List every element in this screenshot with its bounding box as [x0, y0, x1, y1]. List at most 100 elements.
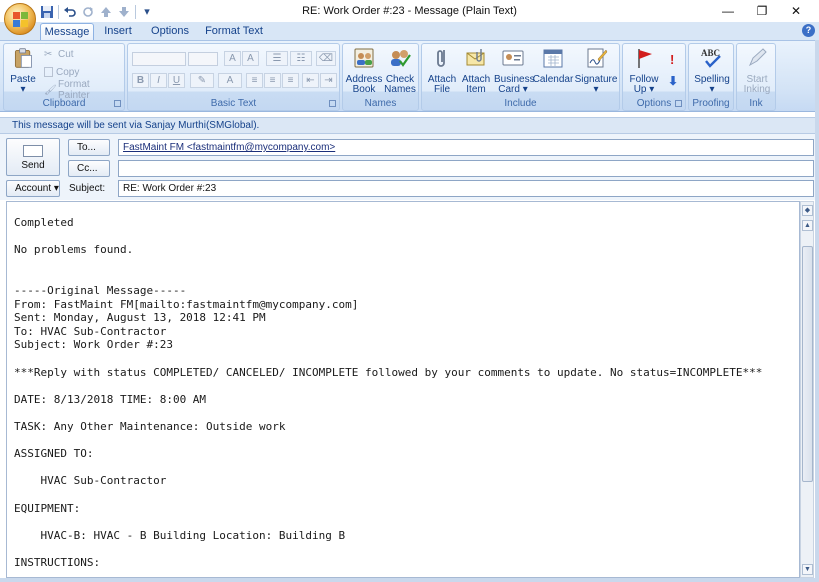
font-color-button[interactable]: A — [218, 73, 242, 88]
envelope-icon — [23, 145, 43, 157]
subject-label: Subject: — [69, 183, 106, 194]
low-importance-icon[interactable]: ⬇ — [668, 74, 678, 88]
cc-button[interactable]: Cc... — [68, 160, 110, 177]
align-left-button[interactable]: ≡ — [246, 73, 263, 88]
body-line: DATE: 8/13/2018 TIME: 8:00 AM — [14, 392, 207, 406]
signature-button[interactable]: Signature ▾ — [574, 47, 618, 95]
attach-item-icon — [466, 49, 485, 66]
spelling-label-2: ▾ — [709, 84, 715, 95]
decrease-indent-button[interactable]: ⇤ — [302, 73, 319, 88]
spelling-button[interactable]: ABC Spelling ▾ — [691, 47, 733, 95]
tab-options[interactable]: Options — [146, 23, 194, 40]
copy-label: Copy — [56, 66, 80, 78]
scroll-thumb[interactable] — [802, 246, 813, 482]
vertical-scrollbar[interactable]: ◆ ▲ ▼ — [800, 201, 814, 578]
recipient-chip[interactable]: FastMaint FM <fastmaintfm@mycompany.com> — [123, 142, 335, 153]
high-importance-icon[interactable]: ! — [670, 52, 674, 67]
outlook-message-window: ▾ RE: Work Order #:23 - Message (Plain T… — [0, 0, 819, 582]
scroll-down-button[interactable]: ▼ — [802, 564, 813, 575]
send-button[interactable]: Send — [6, 138, 60, 176]
body-line: ***Reply with status COMPLETED/ CANCELED… — [14, 365, 763, 379]
account-button[interactable]: Account ▾ — [6, 180, 60, 197]
address-book-button[interactable]: Address Book — [345, 47, 383, 95]
copy-button[interactable]: Copy — [44, 65, 79, 79]
message-body[interactable]: Completed No problems found. -----Original… — [6, 201, 800, 578]
underline-button[interactable]: U — [168, 73, 185, 88]
tab-message[interactable]: Message — [40, 23, 94, 40]
minimize-button[interactable]: — — [711, 0, 745, 22]
follow-up-button[interactable]: Follow Up ▾ — [625, 47, 663, 95]
calendar-icon — [543, 49, 563, 68]
body-line: INSTRUCTIONS: — [14, 556, 101, 569]
bold-button[interactable]: B — [132, 73, 149, 88]
window-controls: — ❐ ✕ — [711, 0, 813, 22]
cut-button[interactable]: ✂ Cut — [44, 47, 74, 61]
business-card-button[interactable]: Business Card ▾ — [494, 47, 535, 95]
body-line: Sent: Monday, August 13, 2018 12:41 PM — [14, 311, 266, 325]
numbering-button[interactable]: ☷ — [290, 51, 312, 66]
brush-icon: 🖌 — [44, 84, 57, 96]
window-frame-right — [815, 40, 819, 582]
ribbon: Paste ▾ ✂ Cut Copy 🖌 Format Painter Clipbo… — [0, 40, 819, 112]
scroll-up-button[interactable]: ▲ — [802, 220, 813, 231]
ribbon-tabs: Message Insert Options Format Text — [0, 22, 819, 40]
attach-item-button[interactable]: Attach Item — [458, 47, 494, 95]
bullets-button[interactable]: ☰ — [266, 51, 288, 66]
office-button[interactable] — [4, 3, 36, 35]
to-button[interactable]: To... — [68, 139, 110, 156]
clear-formatting-button[interactable]: ⌫ — [316, 51, 336, 66]
body-line: ASSIGNED TO: — [14, 447, 94, 461]
address-book-label-2: Book — [352, 84, 376, 95]
increase-indent-button[interactable]: ⇥ — [320, 73, 337, 88]
restore-button[interactable]: ❐ — [745, 0, 779, 22]
names-group-label: Names — [364, 98, 397, 109]
attach-file-button[interactable]: Attach File — [424, 47, 460, 95]
tab-insert[interactable]: Insert — [98, 23, 138, 40]
follow-up-label-2: Up ▾ — [633, 84, 655, 95]
scroll-browse-icon[interactable]: ◆ — [802, 205, 813, 216]
copy-icon — [44, 67, 53, 77]
svg-text:ABC: ABC — [701, 48, 720, 58]
dialog-launcher-icon[interactable] — [114, 100, 121, 107]
subject-field[interactable]: RE: Work Order #:23 — [118, 180, 814, 197]
address-book-icon — [354, 48, 374, 68]
highlight-button[interactable]: ✎ — [190, 73, 214, 88]
dialog-launcher-icon[interactable] — [675, 100, 682, 107]
window-title: RE: Work Order #:23 - Message (Plain Tex… — [302, 5, 517, 17]
flag-icon — [638, 49, 652, 68]
align-center-button[interactable]: ≡ — [264, 73, 281, 88]
grow-font-button[interactable]: A — [224, 51, 241, 66]
help-button[interactable]: ? — [802, 24, 815, 37]
calendar-label: Calendar — [532, 74, 574, 85]
cc-field[interactable] — [118, 160, 814, 177]
align-right-button[interactable]: ≡ — [282, 73, 299, 88]
ink-group-label: Ink — [749, 98, 763, 109]
format-painter-button[interactable]: 🖌 Format Painter — [44, 79, 124, 101]
clipboard-group-label: Clipboard — [42, 98, 86, 109]
send-label: Send — [21, 160, 45, 171]
tab-format-text[interactable]: Format Text — [202, 23, 266, 40]
title-bar: ▾ RE: Work Order #:23 - Message (Plain T… — [0, 0, 819, 24]
options-group: Follow Up ▾ ! ⬇ Options — [622, 43, 686, 111]
to-field[interactable]: FastMaint FM <fastmaintfm@mycompany.com> — [118, 139, 814, 156]
clipboard-icon — [14, 48, 32, 68]
calendar-button[interactable]: Calendar — [532, 47, 574, 85]
close-button[interactable]: ✕ — [779, 0, 813, 22]
proofing-group-label: Proofing — [692, 98, 730, 109]
font-name-combo[interactable] — [132, 52, 186, 66]
italic-button[interactable]: I — [150, 73, 167, 88]
shrink-font-button[interactable]: A — [242, 51, 259, 66]
check-names-button[interactable]: Check Names — [381, 47, 419, 95]
start-inking-button[interactable]: Start Inking — [738, 47, 776, 95]
dialog-launcher-icon[interactable] — [329, 100, 336, 107]
office-logo-icon — [13, 12, 28, 27]
body-line: From: FastMaint FM[mailto:fastmaintfm@my… — [14, 297, 359, 311]
body-line: No problems found. — [14, 243, 134, 257]
paste-button[interactable]: Paste ▾ — [8, 47, 38, 95]
body-line: HVAC Sub-Contractor — [14, 474, 167, 488]
attach-file-label-2: File — [433, 84, 451, 95]
font-size-combo[interactable] — [188, 52, 218, 66]
clipboard-group: Paste ▾ ✂ Cut Copy 🖌 Format Painter Clipbo… — [3, 43, 125, 111]
check-names-label-2: Names — [384, 84, 416, 95]
window-frame-bottom — [0, 578, 819, 582]
